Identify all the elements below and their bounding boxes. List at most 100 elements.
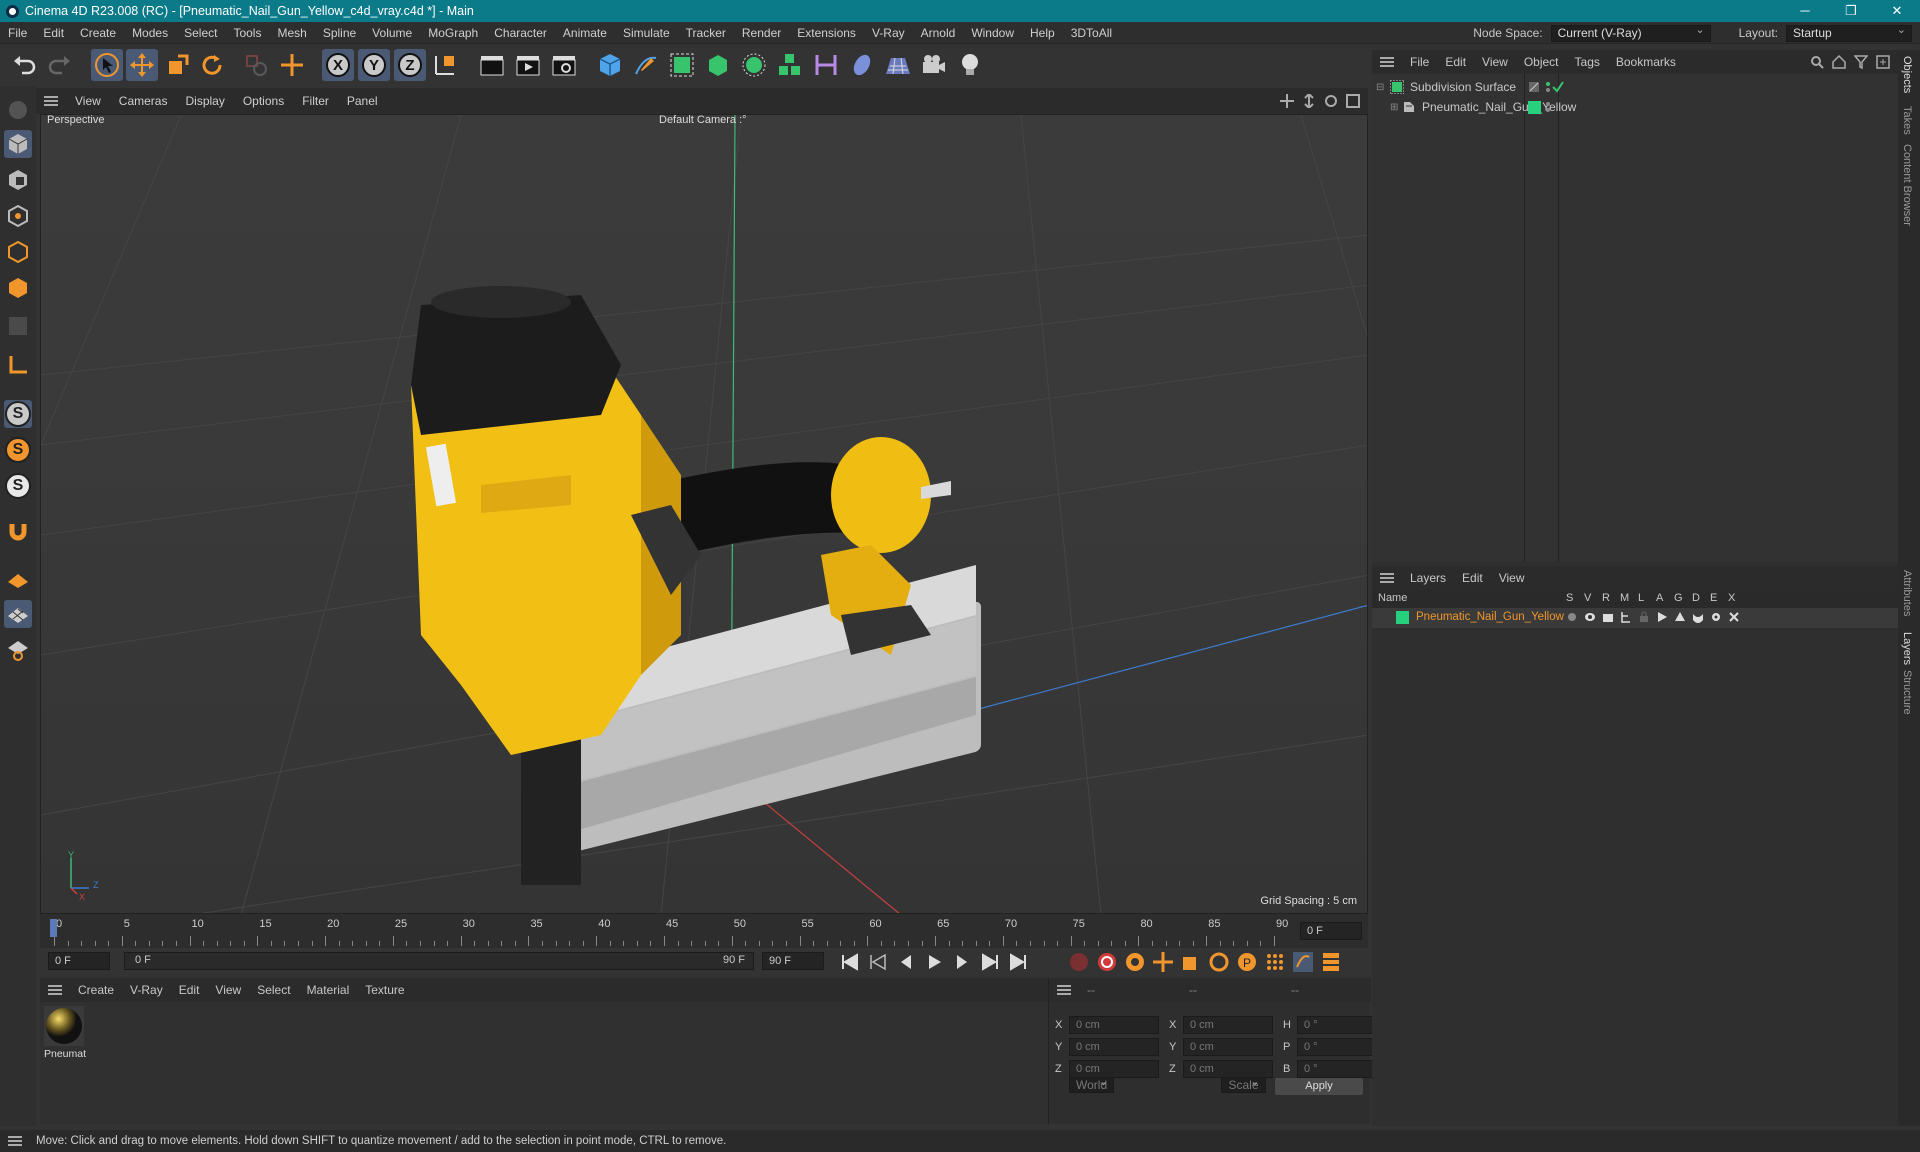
object-menu-bookmarks[interactable]: Bookmarks	[1608, 50, 1684, 74]
next-frame-icon[interactable]	[952, 953, 972, 971]
material-menu-material[interactable]: Material	[299, 978, 358, 1002]
coord-x-size-field[interactable]: 0 cm	[1183, 1016, 1273, 1034]
viewport-move-icon[interactable]	[1280, 94, 1294, 108]
object-menu-edit[interactable]: Edit	[1437, 50, 1474, 74]
coord-z-position-field[interactable]: 0 cm	[1069, 1060, 1159, 1078]
coord-y-position-field[interactable]: 0 cm	[1069, 1038, 1159, 1056]
playhead[interactable]	[50, 919, 57, 937]
workplane-snap-button[interactable]: S	[4, 472, 32, 500]
material-menu-view[interactable]: View	[207, 978, 249, 1002]
current-frame-field[interactable]: 0 F	[1300, 922, 1362, 940]
layer-menu-layers[interactable]: Layers	[1402, 566, 1454, 590]
live-selection-tool[interactable]	[91, 49, 123, 81]
layer-row[interactable]: Pneumatic_Nail_Gun_Yellow	[1372, 608, 1900, 628]
subdivision-surface-button[interactable]	[666, 49, 698, 81]
coord-p-rotation-field[interactable]: 0 °	[1297, 1038, 1381, 1056]
viewport-maximize-icon[interactable]	[1346, 94, 1360, 108]
autokey-icon[interactable]	[1096, 951, 1118, 973]
enabled-check-icon[interactable]	[1552, 81, 1564, 93]
viewport-menu-options[interactable]: Options	[234, 88, 293, 114]
material-menu-texture[interactable]: Texture	[357, 978, 412, 1002]
x-axis-lock-button[interactable]: X	[322, 49, 354, 81]
keyframe-selection-icon[interactable]	[1124, 951, 1146, 973]
viewport-menu-display[interactable]: Display	[176, 88, 233, 114]
menu-mesh[interactable]: Mesh	[269, 22, 314, 44]
search-icon[interactable]	[1810, 55, 1824, 69]
light-button[interactable]	[954, 49, 986, 81]
tab-content-browser[interactable]: Content Browser	[1901, 144, 1913, 226]
key-rotation-icon[interactable]	[1208, 951, 1230, 973]
object-menu-file[interactable]: File	[1402, 50, 1437, 74]
move-tool[interactable]	[126, 49, 158, 81]
layer-col-generators[interactable]: G	[1674, 592, 1683, 604]
menu-help[interactable]: Help	[1022, 22, 1063, 44]
lock-icon[interactable]	[1638, 611, 1650, 623]
layer-col-deformers[interactable]: D	[1692, 592, 1700, 604]
menu-mograph[interactable]: MoGraph	[420, 22, 486, 44]
undo-button[interactable]	[8, 49, 40, 81]
solo-icon[interactable]	[1566, 611, 1578, 623]
go-to-start-icon[interactable]	[840, 953, 860, 971]
menu-animate[interactable]: Animate	[555, 22, 615, 44]
layer-tag-icon[interactable]	[1528, 81, 1540, 93]
menu-character[interactable]: Character	[486, 22, 555, 44]
generator-icon[interactable]	[1674, 611, 1686, 623]
magnet-tool-button[interactable]	[4, 518, 32, 546]
planar-workplane-button[interactable]	[4, 636, 32, 664]
key-pla-icon[interactable]	[1264, 951, 1286, 973]
layer-menu-edit[interactable]: Edit	[1454, 566, 1491, 590]
menu-create[interactable]: Create	[72, 22, 124, 44]
edges-mode-button[interactable]	[4, 238, 32, 266]
expand-toggle-icon[interactable]: ⊟	[1376, 82, 1386, 93]
frame-range-slider[interactable]: 0 F 90 F	[124, 952, 754, 970]
close-button[interactable]: ✕	[1874, 0, 1920, 22]
timeline-ruler[interactable]: 0 5 10 15 20 25 30 35 40 45 50 55 60 65 70 75 80 85 90 0 F	[40, 914, 1368, 948]
layer-col-solo[interactable]: S	[1566, 592, 1573, 604]
render-clapper-icon[interactable]	[1602, 611, 1614, 623]
material-menu-create[interactable]: Create	[70, 978, 122, 1002]
extrude-generator-button[interactable]	[702, 49, 734, 81]
previous-frame-icon[interactable]	[896, 953, 916, 971]
object-row-nail-gun[interactable]: ⊞ Pneumatic_Nail_Gun_Yellow	[1390, 98, 1896, 116]
size-mode-dropdown[interactable]: Scale	[1221, 1077, 1266, 1093]
menu-3dtoall[interactable]: 3DToAll	[1063, 22, 1120, 44]
menu-render[interactable]: Render	[734, 22, 789, 44]
expand-toggle-icon[interactable]: ⊞	[1390, 102, 1400, 113]
tab-objects[interactable]: Objects	[1901, 56, 1913, 93]
menu-modes[interactable]: Modes	[124, 22, 176, 44]
layer-color-swatch[interactable]	[1396, 611, 1409, 624]
field-button[interactable]	[846, 49, 878, 81]
viewport-menu-cameras[interactable]: Cameras	[110, 88, 177, 114]
layer-menu-view[interactable]: View	[1491, 566, 1533, 590]
cloner-button[interactable]	[738, 49, 770, 81]
object-menu-tags[interactable]: Tags	[1567, 50, 1608, 74]
viewport-menu-view[interactable]: View	[66, 88, 110, 114]
layer-col-xref[interactable]: X	[1728, 592, 1735, 604]
object-menu-object[interactable]: Object	[1516, 50, 1567, 74]
menu-window[interactable]: Window	[963, 22, 1022, 44]
coord-y-size-field[interactable]: 0 cm	[1183, 1038, 1273, 1056]
render-to-picture-viewer-button[interactable]	[512, 49, 544, 81]
home-icon[interactable]	[1832, 55, 1846, 69]
menu-vray[interactable]: V-Ray	[864, 22, 913, 44]
xref-icon[interactable]	[1728, 611, 1740, 623]
mograph-button[interactable]	[774, 49, 806, 81]
recent-tool[interactable]	[240, 49, 272, 81]
layout-dropdown[interactable]: Startup	[1786, 23, 1912, 42]
menu-volume[interactable]: Volume	[364, 22, 420, 44]
minimize-button[interactable]: ─	[1782, 0, 1828, 22]
snap-settings-button[interactable]: S	[4, 436, 32, 464]
menu-select[interactable]: Select	[176, 22, 225, 44]
visibility-dots-icon[interactable]	[1544, 81, 1552, 93]
visibility-dots-icon[interactable]	[1544, 101, 1552, 113]
key-position-icon[interactable]	[1152, 951, 1174, 973]
perspective-viewport[interactable]: Perspective Default Camera :° Grid Spaci…	[40, 114, 1368, 914]
start-frame-field[interactable]: 0 F	[48, 952, 110, 970]
material-menu-vray[interactable]: V-Ray	[122, 978, 171, 1002]
new-window-icon[interactable]	[1876, 55, 1890, 69]
material-menu-icon[interactable]	[48, 985, 62, 995]
next-key-icon[interactable]	[980, 953, 1000, 971]
motion-clip-icon[interactable]	[1292, 951, 1314, 973]
layer-menu-icon[interactable]	[1380, 573, 1394, 583]
redo-button[interactable]	[44, 49, 76, 81]
